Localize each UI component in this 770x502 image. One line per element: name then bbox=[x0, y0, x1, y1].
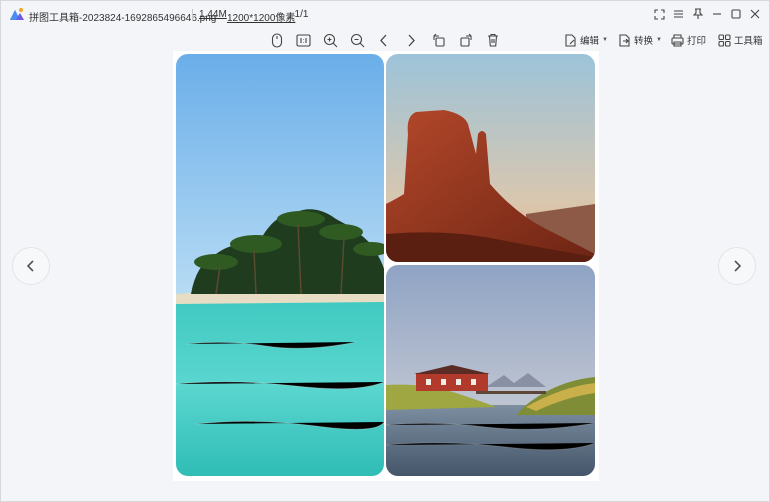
file-name: 拼图工具箱-2023824-1692865496646.png bbox=[29, 13, 217, 24]
image-canvas[interactable] bbox=[2, 51, 768, 501]
collage-image bbox=[173, 51, 599, 481]
chevron-down-icon: ▼ bbox=[602, 37, 608, 43]
collage-tile-lake-house bbox=[386, 265, 595, 476]
divider bbox=[192, 9, 193, 21]
chevron-down-icon: ▼ bbox=[656, 37, 662, 43]
image-viewer-window: 拼图工具箱-2023824-1692865496646.png 1.44M 12… bbox=[0, 0, 770, 502]
pin-icon[interactable] bbox=[691, 7, 704, 21]
file-dimensions[interactable]: 1200*1200像素 bbox=[227, 9, 295, 24]
next-image-button[interactable] bbox=[718, 247, 756, 285]
toolbox-button[interactable]: 工具箱 bbox=[718, 32, 763, 48]
zoom-out-icon[interactable] bbox=[349, 32, 365, 48]
minimize-icon[interactable] bbox=[710, 7, 723, 21]
toolbox-label: 工具箱 bbox=[734, 36, 763, 47]
previous-image-button[interactable] bbox=[12, 247, 50, 285]
collage-tile-island bbox=[176, 54, 384, 476]
rotate-left-icon[interactable] bbox=[431, 32, 447, 48]
toolbar: 编辑 ▼ 转换 ▼ 打印 工具箱 bbox=[1, 29, 769, 51]
page-indicator: , 1/1 bbox=[289, 9, 309, 20]
maximize-icon[interactable] bbox=[729, 7, 742, 21]
previous-icon[interactable] bbox=[376, 32, 392, 48]
rotate-right-icon[interactable] bbox=[458, 32, 474, 48]
collage-tile-desert bbox=[386, 54, 595, 262]
menu-icon[interactable] bbox=[672, 7, 685, 21]
print-label: 打印 bbox=[687, 36, 707, 47]
title-bar: 拼图工具箱-2023824-1692865496646.png 1.44M 12… bbox=[1, 1, 769, 29]
mouse-icon[interactable] bbox=[269, 32, 285, 48]
app-logo-icon bbox=[9, 7, 25, 21]
convert-menu-button[interactable]: 转换 ▼ bbox=[618, 32, 662, 48]
edit-label: 编辑 bbox=[580, 36, 600, 47]
actual-size-icon[interactable] bbox=[295, 32, 311, 48]
close-icon[interactable] bbox=[748, 7, 761, 21]
delete-icon[interactable] bbox=[485, 32, 501, 48]
edit-menu-button[interactable]: 编辑 ▼ bbox=[564, 32, 608, 48]
next-icon[interactable] bbox=[403, 32, 419, 48]
convert-label: 转换 bbox=[634, 36, 654, 47]
fullscreen-icon[interactable] bbox=[653, 7, 666, 21]
window-controls bbox=[653, 7, 761, 21]
zoom-in-icon[interactable] bbox=[322, 32, 338, 48]
file-size[interactable]: 1.44M bbox=[199, 9, 227, 20]
print-button[interactable]: 打印 bbox=[671, 32, 706, 48]
